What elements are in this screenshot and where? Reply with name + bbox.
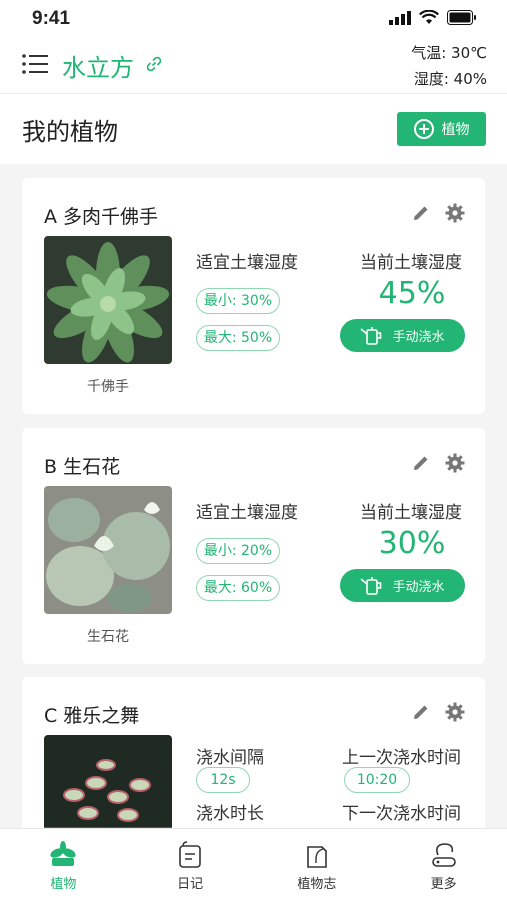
encyclopedia-icon <box>307 846 327 868</box>
tab-plants-label: 植物 <box>50 877 77 892</box>
gear-icon[interactable] <box>445 453 465 473</box>
watering-interval-label: 浇水间隔 <box>196 748 264 768</box>
plant-icon <box>50 841 76 866</box>
manual-water-label: 手动浇水 <box>392 330 445 345</box>
last-watering-label: 上一次浇水时间 <box>342 748 461 768</box>
last-watering-pill: 10:20 <box>344 767 410 793</box>
plant-title: A 多肉千佛手 <box>44 206 159 228</box>
edit-icon[interactable] <box>411 203 431 223</box>
signal-icon <box>389 11 411 25</box>
current-humidity-label: 当前土壤湿度 <box>360 503 462 523</box>
gear-icon[interactable] <box>445 702 465 722</box>
next-watering-label: 下一次浇水时间 <box>342 804 461 824</box>
watering-can-icon <box>360 326 382 345</box>
plant-title: C 雅乐之舞 <box>44 705 140 727</box>
plant-card[interactable]: C 雅乐之舞 浇水间隔 12s 浇水时长 上一次浇水时间 10:20 下一次浇水… <box>22 677 485 863</box>
plant-photo-label: 生石花 <box>87 629 129 645</box>
current-humidity-value: 30% <box>378 526 446 561</box>
link-icon[interactable] <box>146 56 162 72</box>
weather-info: 气温: 30℃ 湿度: 40% <box>411 40 487 92</box>
temperature-text: 气温: 30℃ <box>411 44 487 62</box>
tab-plants[interactable]: 植物 <box>0 829 127 900</box>
system-icons <box>389 10 477 25</box>
app-title[interactable]: 水立方 <box>62 48 134 83</box>
app-header: 水立方 气温: 30℃ 湿度: 40% <box>0 36 507 94</box>
tab-more-label: 更多 <box>430 877 457 892</box>
status-bar: 9:41 <box>0 0 507 36</box>
bottom-tab-bar: 植物 日记 植物志 更多 <box>0 828 507 900</box>
humidity-text: 湿度: 40% <box>413 70 487 88</box>
plant-photo[interactable] <box>44 236 172 364</box>
current-humidity-value: 45% <box>378 276 446 311</box>
edit-icon[interactable] <box>411 702 431 722</box>
status-time: 9:41 <box>32 8 71 29</box>
battery-icon <box>447 10 476 25</box>
plus-circle-icon <box>413 119 434 139</box>
page-title: 我的植物 <box>22 118 118 146</box>
suitable-humidity-label: 适宜土壤湿度 <box>196 503 298 523</box>
more-icon <box>431 843 456 867</box>
plant-card[interactable]: A 多肉千佛手 千佛手 适宜土壤湿度 最小: 30% 最大: 50% 当前土壤湿… <box>22 178 485 414</box>
add-plant-button[interactable]: 植物 <box>397 112 486 146</box>
suitable-humidity-label: 适宜土壤湿度 <box>196 253 298 273</box>
current-humidity-label: 当前土壤湿度 <box>360 253 462 273</box>
tab-diary[interactable]: 日记 <box>127 829 254 900</box>
plant-photo-label: 千佛手 <box>87 379 129 395</box>
tab-diary-label: 日记 <box>177 877 204 892</box>
plant-photo[interactable] <box>44 486 172 614</box>
manual-water-button[interactable]: 手动浇水 <box>340 569 465 602</box>
menu-icon[interactable] <box>22 53 48 75</box>
plant-title: B 生石花 <box>44 456 121 478</box>
min-humidity-pill: 最小: 20% <box>196 538 280 564</box>
tab-more[interactable]: 更多 <box>380 829 507 900</box>
max-humidity-pill: 最大: 50% <box>196 325 280 351</box>
add-plant-label: 植物 <box>441 122 470 138</box>
tab-encyclopedia[interactable]: 植物志 <box>254 829 381 900</box>
section-header: 我的植物 植物 <box>0 94 507 164</box>
manual-water-button[interactable]: 手动浇水 <box>340 319 465 352</box>
max-humidity-pill: 最大: 60% <box>196 575 280 601</box>
manual-water-label: 手动浇水 <box>392 580 445 595</box>
edit-icon[interactable] <box>411 453 431 473</box>
watering-duration-label: 浇水时长 <box>196 804 264 824</box>
min-humidity-pill: 最小: 30% <box>196 288 280 314</box>
wifi-icon <box>419 10 439 24</box>
watering-interval-pill: 12s <box>196 767 250 793</box>
plant-card[interactable]: B 生石花 生石花 适宜土壤湿度 最小: 20% 最大: 60% 当前土壤湿度 … <box>22 428 485 664</box>
gear-icon[interactable] <box>445 203 465 223</box>
tab-encyclopedia-label: 植物志 <box>297 877 337 892</box>
diary-icon <box>179 841 201 868</box>
watering-can-icon <box>360 576 382 595</box>
